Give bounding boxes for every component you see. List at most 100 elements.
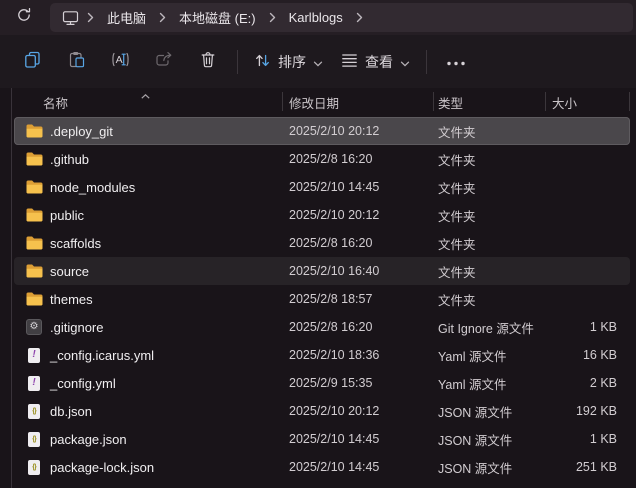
paste-icon: [68, 51, 85, 73]
pane-splitter[interactable]: [11, 88, 12, 488]
command-toolbar: A 排序 查看: [0, 35, 636, 88]
rename-button[interactable]: A: [98, 44, 142, 80]
column-header-3[interactable]: 类型: [433, 88, 545, 116]
file-row[interactable]: {} db.json 2025/2/10 20:12 JSON 源文件 192 KB: [14, 397, 630, 425]
json-file-icon: {}: [25, 459, 43, 476]
file-size: 1 KB: [589, 320, 617, 334]
chevron-right-icon: [153, 12, 172, 23]
column-divider[interactable]: [629, 92, 630, 111]
address-bar[interactable]: 此电脑 本地磁盘 (E:) Karlblogs: [50, 3, 633, 32]
file-row[interactable]: .github 2025/2/8 16:20 文件夹: [14, 145, 630, 173]
sort-ascending-icon: [141, 86, 150, 104]
file-type: JSON 源文件: [438, 433, 513, 448]
share-icon: [155, 51, 173, 72]
folder-icon: [25, 291, 43, 308]
rename-icon: A: [111, 51, 130, 73]
file-size: 251 KB: [575, 460, 617, 474]
svg-text:A: A: [115, 54, 122, 66]
delete-button[interactable]: [186, 44, 230, 80]
list-lines-icon: [341, 53, 358, 71]
folder-icon: [25, 235, 43, 252]
file-type: 文件夹: [438, 265, 476, 280]
file-type: JSON 源文件: [438, 405, 513, 420]
file-name: themes: [50, 291, 93, 307]
file-type: 文件夹: [438, 209, 476, 224]
this-pc-monitor-icon: [62, 10, 79, 26]
copy-button[interactable]: [10, 44, 54, 80]
file-type: 文件夹: [438, 181, 476, 196]
view-button[interactable]: 查看: [332, 44, 419, 80]
breadcrumb-item[interactable]: 本地磁盘 (E:): [172, 5, 263, 30]
modified-date: 2025/2/10 20:12: [289, 404, 380, 418]
file-row[interactable]: ⚙ .gitignore 2025/2/8 16:20 Git Ignore 源文件 1…: [14, 313, 630, 341]
chevron-down-icon: [400, 54, 410, 70]
file-row[interactable]: scaffolds 2025/2/8 16:20 文件夹: [14, 229, 630, 257]
file-name: db.json: [50, 403, 92, 419]
file-name: scaffolds: [50, 235, 102, 251]
modified-date: 2025/2/8 16:20: [289, 152, 373, 166]
chevron-down-icon: [313, 54, 323, 70]
file-row[interactable]: public 2025/2/10 20:12 文件夹: [14, 201, 630, 229]
file-size: 192 KB: [575, 404, 617, 418]
file-row[interactable]: themes 2025/2/8 18:57 文件夹: [14, 285, 630, 313]
file-type: 文件夹: [438, 125, 476, 140]
chevron-right-icon: [81, 12, 100, 23]
file-row[interactable]: {} package-lock.json 2025/2/10 14:45 JSON 源…: [14, 453, 630, 481]
column-header-4[interactable]: 大小: [545, 88, 630, 116]
file-size: 2 KB: [589, 376, 617, 390]
breadcrumb: 此电脑 本地磁盘 (E:) Karlblogs: [81, 5, 369, 30]
more-options-icon: [446, 53, 466, 71]
file-row[interactable]: ! _config.yml 2025/2/9 15:35 Yaml 源文件 2 KB: [14, 369, 630, 397]
file-type: Yaml 源文件: [438, 349, 507, 364]
file-name: _config.yml: [50, 375, 116, 391]
refresh-button[interactable]: [9, 3, 39, 32]
trash-icon: [200, 51, 216, 73]
paste-button[interactable]: [54, 44, 98, 80]
toolbar-divider: [237, 49, 238, 74]
file-row[interactable]: .deploy_git 2025/2/10 20:12 文件夹: [14, 117, 630, 145]
yaml-file-icon: !: [25, 347, 43, 364]
chevron-right-icon: [263, 12, 282, 23]
file-explorer-window: 此电脑 本地磁盘 (E:) Karlblogs A 排序 查看 名称 修改日期 …: [0, 0, 636, 488]
file-type: Git Ignore 源文件: [438, 321, 534, 336]
folder-icon: [25, 207, 43, 224]
column-divider[interactable]: [545, 92, 546, 111]
folder-icon: [25, 151, 43, 168]
modified-date: 2025/2/10 16:40: [289, 264, 380, 278]
gitignore-gear-icon: ⚙: [25, 319, 43, 336]
column-headers: 名称 修改日期 类型 大小: [14, 88, 630, 116]
folder-icon: [25, 263, 43, 280]
file-row[interactable]: {} package.json 2025/2/10 14:45 JSON 源文件 1 K…: [14, 425, 630, 453]
column-header-2[interactable]: 修改日期: [282, 88, 433, 116]
file-row[interactable]: node_modules 2025/2/10 14:45 文件夹: [14, 173, 630, 201]
more-options-button[interactable]: [434, 44, 478, 80]
breadcrumb-item[interactable]: Karlblogs: [282, 7, 350, 28]
column-divider[interactable]: [282, 92, 283, 111]
file-name: .deploy_git: [50, 123, 113, 139]
modified-date: 2025/2/10 14:45: [289, 180, 380, 194]
toolbar-divider: [426, 49, 427, 74]
file-name: package.json: [50, 431, 127, 447]
modified-date: 2025/2/10 20:12: [289, 124, 380, 138]
modified-date: 2025/2/8 16:20: [289, 320, 373, 334]
file-row[interactable]: source 2025/2/10 16:40 文件夹: [14, 257, 630, 285]
file-size: 16 KB: [582, 348, 617, 362]
file-type: JSON 源文件: [438, 461, 513, 476]
sort-button[interactable]: 排序: [245, 44, 332, 80]
file-row[interactable]: ! _config.icarus.yml 2025/2/10 18:36 Yaml 源…: [14, 341, 630, 369]
modified-date: 2025/2/10 14:45: [289, 460, 380, 474]
file-list: .deploy_git 2025/2/10 20:12 文件夹 .github 2025…: [14, 117, 630, 481]
share-button[interactable]: [142, 44, 186, 80]
file-size: 1 KB: [589, 432, 617, 446]
sort-button-label: 排序: [278, 53, 306, 70]
view-button-label: 查看: [365, 53, 393, 70]
chevron-right-icon: [350, 12, 369, 23]
breadcrumb-item[interactable]: 此电脑: [100, 5, 153, 30]
modified-date: 2025/2/8 16:20: [289, 236, 373, 250]
copy-icon: [24, 51, 41, 73]
column-divider[interactable]: [433, 92, 434, 111]
file-type: 文件夹: [438, 153, 476, 168]
folder-icon: [25, 123, 43, 140]
json-file-icon: {}: [25, 431, 43, 448]
navigation-bar: 此电脑 本地磁盘 (E:) Karlblogs: [0, 0, 636, 35]
